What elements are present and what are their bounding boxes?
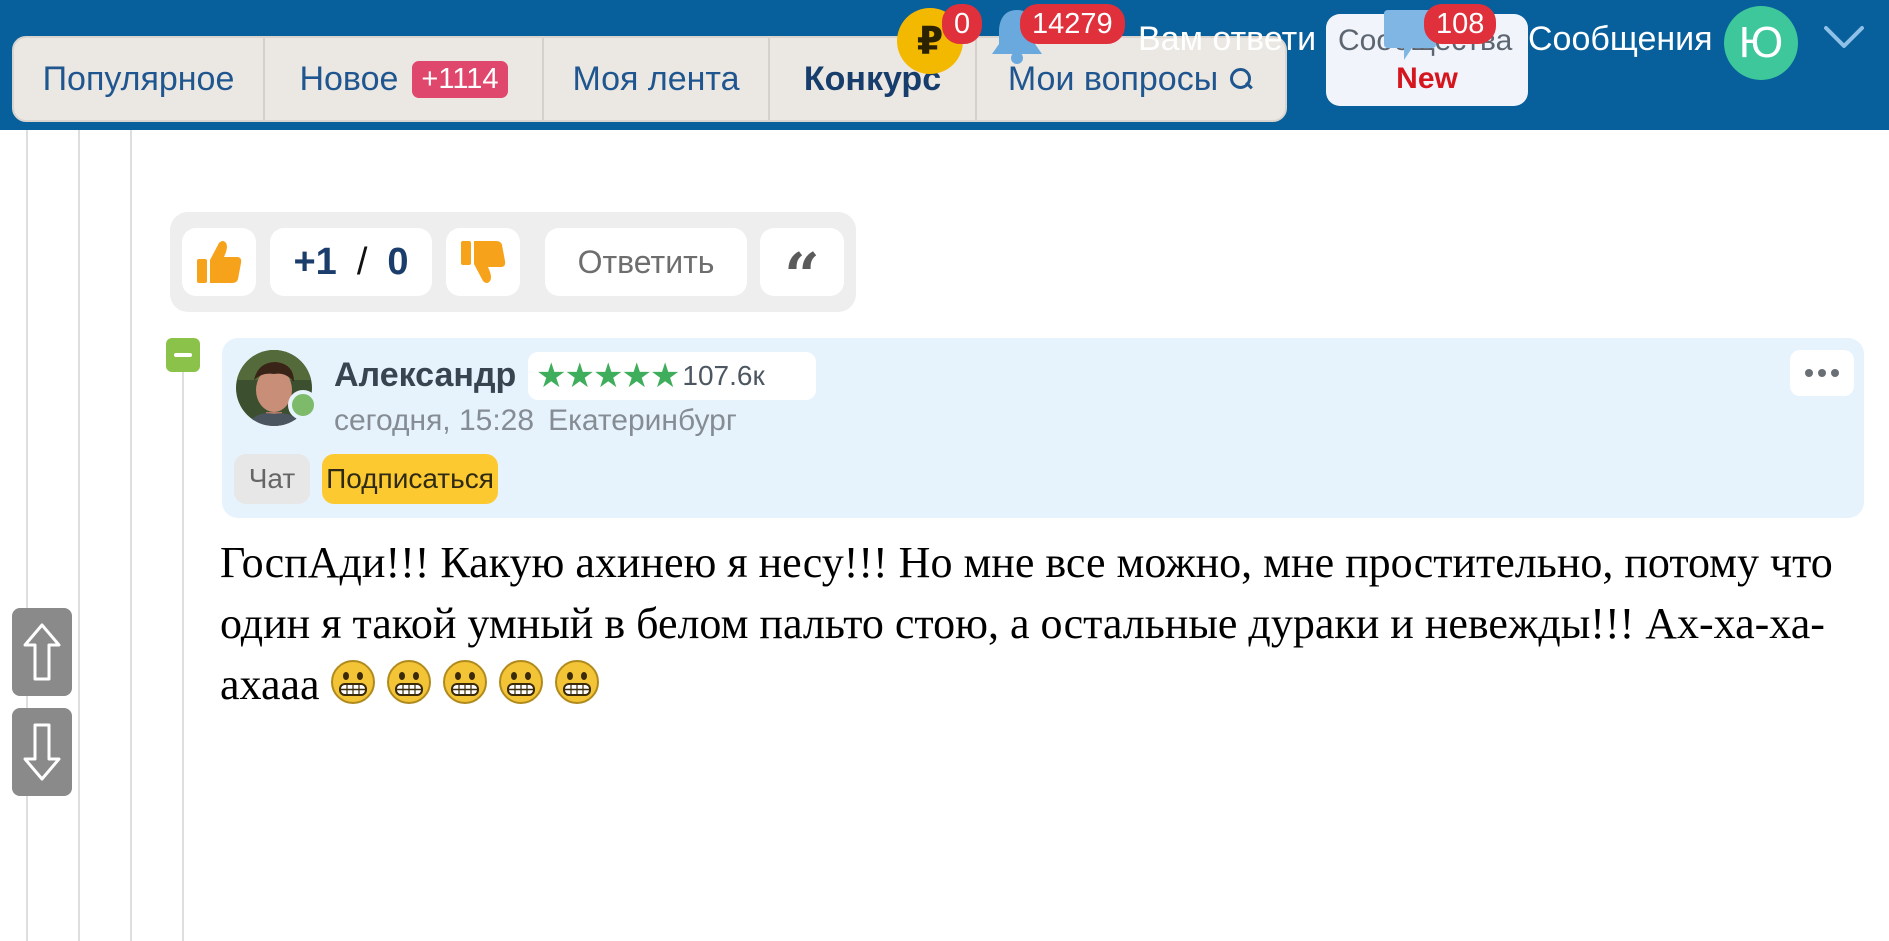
grinning-face-icon <box>442 660 487 704</box>
reply-label: Ответить <box>577 243 715 280</box>
rating-box: ★★★★★ 107.6к <box>528 352 816 400</box>
post-meta: сегодня, 15:28 Екатеринбург <box>334 404 737 438</box>
tab-my-questions-label: Мои вопросы <box>1007 59 1219 98</box>
messages-link[interactable]: Сообщения <box>1528 20 1713 59</box>
tab-new[interactable]: Новое +1114 <box>265 38 544 120</box>
chat-button[interactable]: Чат <box>234 454 310 504</box>
author-city: Екатеринбург <box>548 404 737 437</box>
thread-line <box>130 130 132 941</box>
arrow-down-icon <box>23 723 61 781</box>
like-button[interactable] <box>182 228 256 296</box>
online-indicator <box>288 390 318 420</box>
tab-popular[interactable]: Популярное <box>14 38 265 120</box>
main-tabs: Популярное Новое +1114 Моя лента Конкурс… <box>12 36 1287 122</box>
grinning-face-icon <box>386 660 431 704</box>
subscribe-button-label: Подписаться <box>326 463 494 494</box>
bell-count-badge: 14279 <box>1020 4 1125 44</box>
coin-count-badge: 0 <box>942 4 983 44</box>
tab-my-feed-label: Моя лента <box>572 59 740 98</box>
grinning-face-icon <box>554 660 599 704</box>
vote-bar: +1 / 0 Ответить “ <box>170 212 856 312</box>
chevron-down-icon[interactable] <box>1822 22 1866 52</box>
tab-popular-label: Популярное <box>42 59 235 98</box>
comment-body: ГоспАди!!! Какую ахинею я несу!!! Но мне… <box>220 532 1850 715</box>
thread-line <box>182 372 184 941</box>
thread-line <box>26 130 28 941</box>
arrow-up-icon <box>23 623 61 681</box>
reply-button[interactable]: Ответить <box>545 228 747 296</box>
grinning-face-icon <box>330 660 375 704</box>
search-icon <box>1228 66 1254 92</box>
coin-symbol: ₽ <box>916 20 944 63</box>
quote-icon: “ <box>784 239 820 312</box>
author-card: Александр ★★★★★ 107.6к сегодня, 15:28 Ека… <box>222 338 1864 518</box>
collapse-toggle[interactable] <box>166 338 200 372</box>
score-separator: / <box>356 240 368 283</box>
user-avatar[interactable]: Ю <box>1724 6 1798 80</box>
emoji-row <box>320 660 600 709</box>
score-plus: +1 <box>293 240 337 283</box>
tab-my-feed[interactable]: Моя лента <box>544 38 770 120</box>
score-minus: 0 <box>387 240 409 283</box>
subscribe-button[interactable]: Подписаться <box>322 454 498 504</box>
user-initial: Ю <box>1738 18 1784 67</box>
top-bar: Популярное Новое +1114 Моя лента Конкурс… <box>0 0 1889 130</box>
page-root: Популярное Новое +1114 Моя лента Конкурс… <box>0 0 1889 941</box>
quote-button[interactable]: “ <box>760 228 844 307</box>
grinning-face-icon <box>498 660 543 704</box>
scroll-down-button[interactable] <box>12 708 72 796</box>
more-options-button[interactable] <box>1790 350 1854 396</box>
messages-count-badge: 108 <box>1424 4 1497 44</box>
minus-icon <box>174 353 192 357</box>
post-time: сегодня, 15:28 <box>334 404 535 437</box>
dislike-button[interactable] <box>446 228 520 296</box>
new-label: New <box>1396 62 1458 95</box>
notifications-text[interactable]: Вам ответи <box>1138 20 1316 59</box>
author-name[interactable]: Александр <box>334 356 516 395</box>
thumbs-up-icon <box>197 241 242 283</box>
new-count-badge: +1114 <box>412 60 508 98</box>
rating-value: 107.6к <box>682 360 765 391</box>
tab-new-label: Новое <box>299 59 399 98</box>
thread-line <box>78 130 80 941</box>
more-dots-icon <box>1805 369 1839 377</box>
scroll-up-button[interactable] <box>12 608 72 696</box>
rating-stars: ★★★★★ <box>536 357 680 395</box>
score-display: +1 / 0 <box>270 228 432 296</box>
chat-button-label: Чат <box>248 463 296 494</box>
thumbs-down-icon <box>461 241 506 283</box>
